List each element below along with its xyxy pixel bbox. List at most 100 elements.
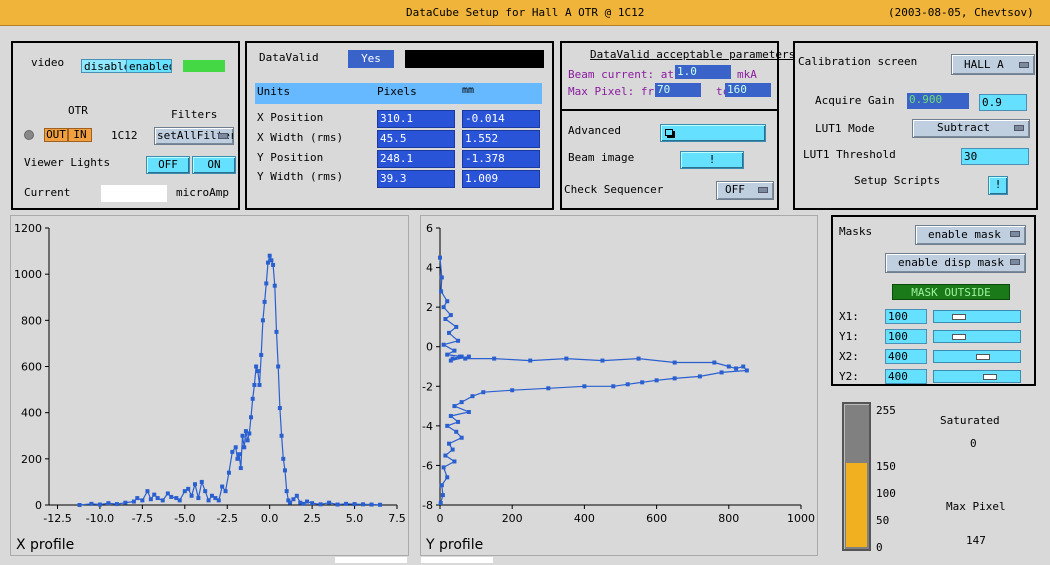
data-point xyxy=(240,433,245,438)
data-point xyxy=(237,452,242,457)
calibration-screen-value: HALL A xyxy=(964,58,1004,71)
data-point xyxy=(445,299,450,304)
data-point xyxy=(186,486,191,491)
mask-row-input[interactable]: 400 xyxy=(885,369,927,384)
beam-image-button[interactable]: ! xyxy=(680,151,744,169)
data-point xyxy=(466,410,471,415)
header-pixels: Pixels xyxy=(377,85,417,98)
data-point xyxy=(454,324,459,329)
lights-off-button[interactable]: OFF xyxy=(146,156,190,174)
meter-tick-label: 100 xyxy=(876,487,896,500)
filters-menu[interactable]: setAllFilters xyxy=(154,127,234,145)
data-point xyxy=(262,299,267,304)
x-scrollbar[interactable] xyxy=(335,557,407,563)
data-point xyxy=(140,498,145,503)
meter-tick-label: 50 xyxy=(876,514,890,527)
max-pixel-label: Max Pixel xyxy=(946,500,1006,513)
video-enabled-toggle[interactable]: enabled xyxy=(126,59,172,73)
mask-row-slider[interactable] xyxy=(933,310,1021,323)
data-point xyxy=(264,281,269,286)
data-point xyxy=(452,404,457,409)
calibration-screen-menu[interactable]: HALL A xyxy=(951,54,1035,75)
data-point xyxy=(672,376,677,381)
mask-row-slider[interactable] xyxy=(933,350,1021,363)
data-point xyxy=(741,364,746,369)
data-point xyxy=(259,352,264,357)
data-point xyxy=(250,396,255,401)
data-point xyxy=(294,493,299,498)
lut1-mode-menu[interactable]: Subtract xyxy=(912,119,1030,138)
data-point xyxy=(744,368,749,373)
mask-row-input[interactable]: 100 xyxy=(885,329,927,344)
data-point xyxy=(318,502,323,507)
check-sequencer-value: OFF xyxy=(725,183,745,196)
data-point xyxy=(734,366,739,371)
data-point xyxy=(600,358,605,363)
data-point xyxy=(276,364,281,369)
data-point xyxy=(226,470,231,475)
max-pixel-from-input[interactable]: 70 xyxy=(655,83,701,97)
enable-mask-menu[interactable]: enable mask xyxy=(915,225,1026,245)
y-scrollbar[interactable] xyxy=(421,557,493,563)
advanced-button[interactable] xyxy=(660,124,766,142)
x-profile-label: X profile xyxy=(16,537,75,553)
enable-disp-mask-menu[interactable]: enable disp mask xyxy=(885,253,1026,273)
header-mm: mm xyxy=(462,85,475,96)
data-point xyxy=(481,390,486,395)
x-tick-label: 800 xyxy=(718,512,739,525)
data-point xyxy=(148,497,153,502)
acquire-gain-readback: 0.900 xyxy=(907,93,969,109)
data-point xyxy=(457,354,462,359)
slider-handle[interactable] xyxy=(952,314,966,320)
setup-scripts-button[interactable]: ! xyxy=(988,176,1008,195)
setup-scripts-label: Setup Scripts xyxy=(854,174,941,187)
max-pixel-to-input[interactable]: 160 xyxy=(725,83,771,97)
mask-row-input[interactable]: 100 xyxy=(885,309,927,324)
slider-handle[interactable] xyxy=(952,334,966,340)
mask-row-input[interactable]: 400 xyxy=(885,349,927,364)
data-point xyxy=(123,500,128,505)
data-point xyxy=(155,496,160,501)
lights-on-button[interactable]: ON xyxy=(192,156,236,174)
lut1-threshold-input[interactable]: 30 xyxy=(961,148,1029,165)
x-tick-label: 200 xyxy=(502,512,523,525)
video-disabled-toggle[interactable]: disabled xyxy=(81,59,127,73)
data-point xyxy=(611,384,616,389)
current-unit: microAmp xyxy=(176,186,229,199)
mask-row-slider[interactable] xyxy=(933,370,1021,383)
otr-out-button[interactable]: OUT xyxy=(44,128,68,142)
check-sequencer-menu[interactable]: OFF xyxy=(716,181,774,200)
profile-line xyxy=(79,253,381,506)
title-bar: DataCube Setup for Hall A OTR @ 1C12 (20… xyxy=(0,0,1050,26)
data-point xyxy=(310,501,315,506)
row-name: Y Position xyxy=(257,151,324,164)
lut1-mode-value: Subtract xyxy=(937,121,990,134)
data-point xyxy=(463,356,468,361)
mask-row-slider[interactable] xyxy=(933,330,1021,343)
acquire-gain-input[interactable]: 0.9 xyxy=(979,94,1027,111)
slider-handle[interactable] xyxy=(976,354,990,360)
x-tick-label: 600 xyxy=(646,512,667,525)
data-point xyxy=(625,382,630,387)
data-point xyxy=(145,489,150,494)
meter-fill xyxy=(846,463,867,547)
data-point xyxy=(454,429,459,434)
enable-disp-mask-value: enable disp mask xyxy=(898,256,1004,269)
data-point xyxy=(216,498,221,503)
mask-outside-button[interactable]: MASK OUTSIDE xyxy=(892,284,1010,300)
data-point xyxy=(582,384,587,389)
data-point xyxy=(445,475,450,480)
calibration-screen-label: Calibration screen xyxy=(798,55,918,68)
otr-in-button[interactable]: IN xyxy=(68,128,92,142)
max-pixel-value: 147 xyxy=(966,534,986,547)
y-tick-label: 600 xyxy=(21,361,42,374)
data-point xyxy=(114,502,119,507)
data-point xyxy=(260,318,265,323)
data-point xyxy=(439,289,444,294)
max-pixel-label: Max Pixel: frc xyxy=(568,85,661,98)
beam-current-input[interactable]: 1.0 xyxy=(675,65,731,79)
slider-handle[interactable] xyxy=(983,374,997,380)
row-mm: -1.378 xyxy=(462,150,540,168)
data-point xyxy=(160,498,165,503)
data-point xyxy=(712,360,717,365)
